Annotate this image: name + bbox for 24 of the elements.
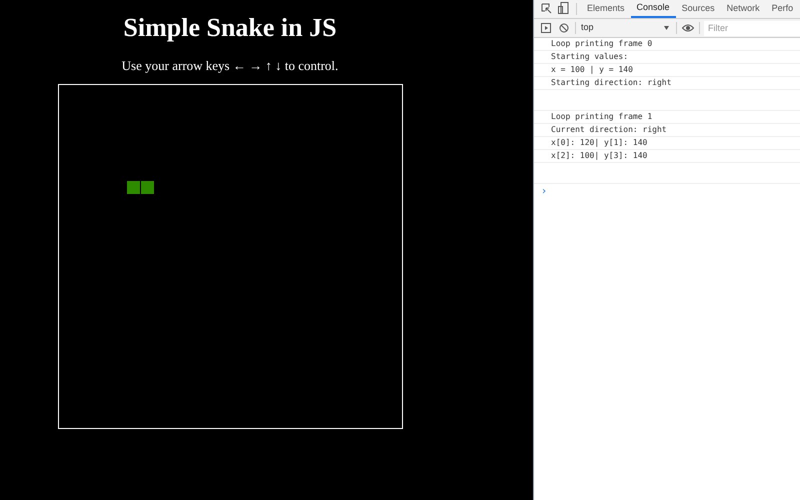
- console-message: x[0]: 120| y[1]: 140: [551, 137, 648, 149]
- console-message: x = 100 | y = 140: [551, 64, 633, 76]
- devtools-tab[interactable]: Network: [720, 0, 766, 18]
- devtools-tab[interactable]: Perfo: [766, 0, 800, 18]
- clear-icon[interactable]: [559, 23, 569, 33]
- sidebar-toggle-icon[interactable]: [541, 23, 551, 33]
- filter-field[interactable]: Filter: [704, 20, 800, 36]
- devtools-tab[interactable]: Elements: [581, 0, 631, 18]
- device-icon[interactable]: [558, 2, 569, 14]
- console-message: Starting values:: [551, 51, 628, 63]
- console-prompt[interactable]: ›: [541, 184, 548, 198]
- dropdown-caret-icon: [664, 26, 669, 30]
- page-title: Simple Snake in JS: [123, 12, 337, 44]
- console-message: Current direction: right: [551, 124, 667, 136]
- eye-icon[interactable]: [682, 24, 694, 32]
- inspect-icon[interactable]: [541, 3, 552, 14]
- context-select[interactable]: top: [581, 21, 671, 35]
- snake-drawing: [126, 181, 154, 194]
- console-message: x[2]: 100| y[3]: 140: [551, 150, 648, 162]
- console-message: Starting direction: right: [551, 77, 672, 89]
- console-message: Loop printing frame 1: [551, 111, 652, 123]
- devtools-tab[interactable]: Sources: [676, 0, 721, 18]
- console-message: Loop printing frame 0: [551, 38, 652, 50]
- instructions-text: Use your arrow keys ← → ↑ ↓ to control.: [122, 58, 338, 74]
